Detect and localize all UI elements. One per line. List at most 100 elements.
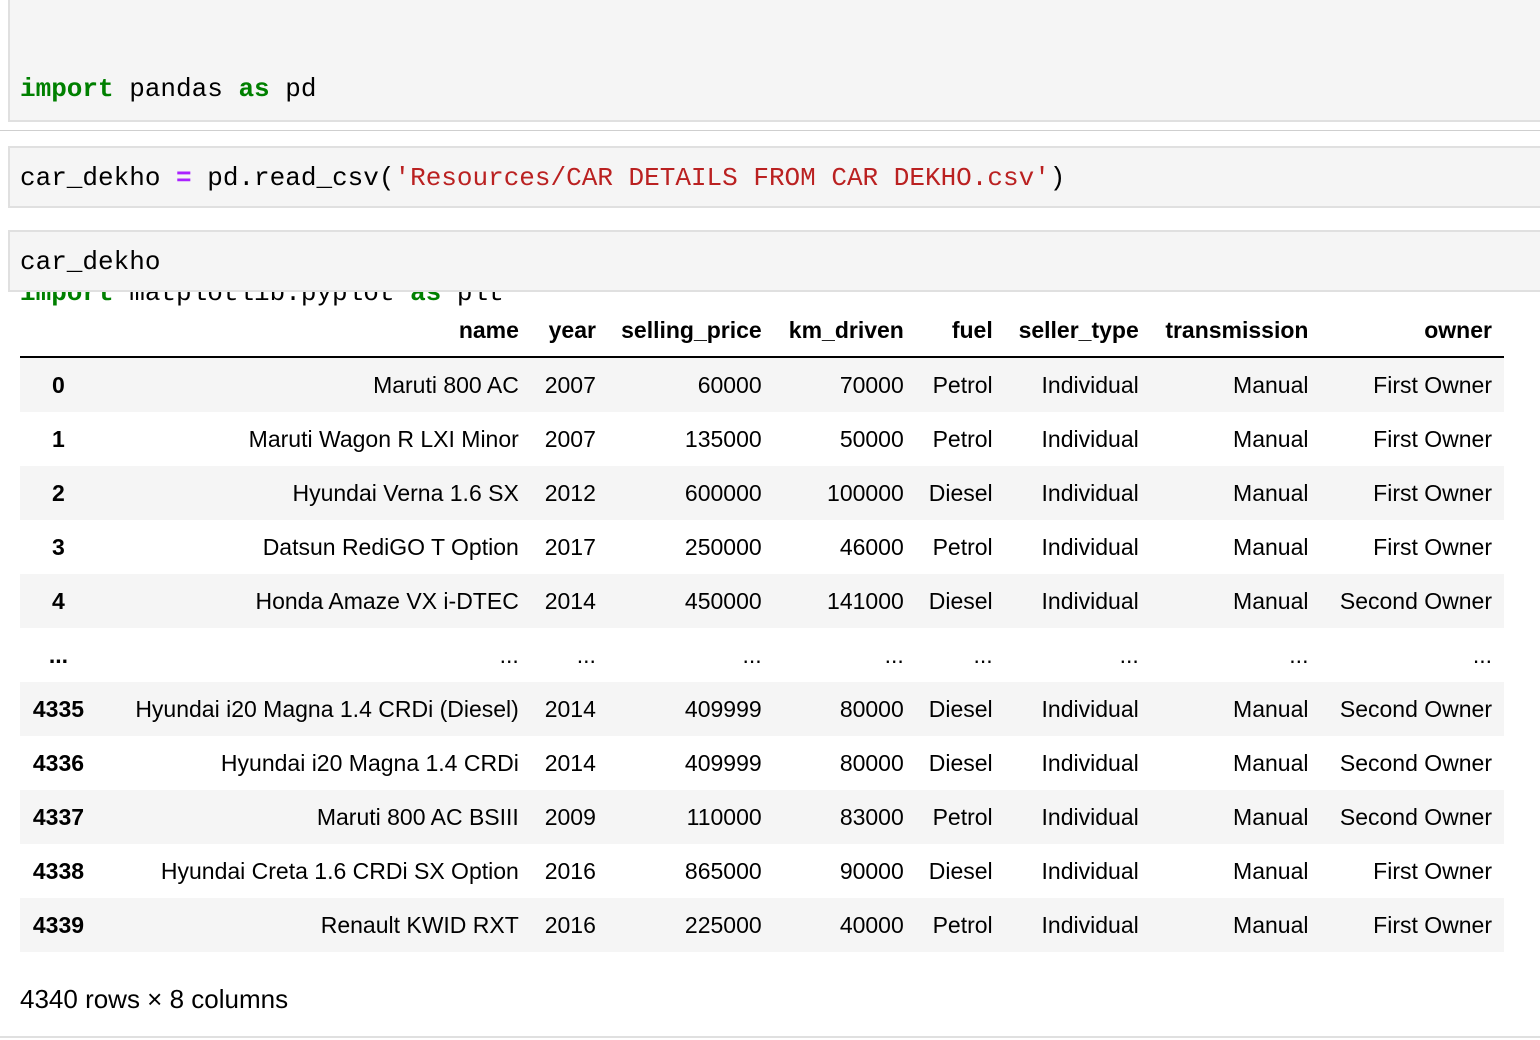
table-cell: First Owner — [1373, 533, 1492, 560]
table-cell: ... — [1472, 641, 1492, 668]
row-index: 4 — [52, 587, 65, 614]
table-row: 4336 Hyundai i20 Magna 1.4 CRDi 2014 409999… — [20, 736, 1504, 790]
function-call: pd.read_csv( — [191, 163, 395, 193]
table-row: ........................... — [20, 628, 1504, 682]
module-alias: pd — [269, 74, 317, 104]
table-cell: Second Owner — [1339, 803, 1492, 830]
table-row: 4337 Maruti 800 AC BSIII 2009 110000 83000 Pe… — [20, 790, 1504, 844]
table-row: 4335 Hyundai i20 Magna 1.4 CRDi (Diesel) 2… — [20, 682, 1504, 736]
row-index: 4336 — [32, 749, 85, 776]
table-cell: Individual — [1041, 587, 1139, 614]
column-header: owner — [1424, 316, 1492, 343]
table-cell: Manual — [1233, 371, 1309, 398]
row-index: ... — [48, 641, 69, 668]
keyword-as: as — [238, 74, 270, 104]
close-paren: ) — [1049, 163, 1066, 193]
table-cell: Renault KWID RXT — [320, 911, 519, 938]
table-body: 0 Maruti 800 AC 2007 60000 70000 Petrol Indivi… — [20, 358, 1504, 952]
table-cell: 80000 — [839, 749, 904, 776]
table-cell: 409999 — [684, 749, 762, 776]
code-cell-display[interactable]: car_dekho — [8, 230, 1540, 292]
table-cell: Petrol — [932, 533, 993, 560]
table-cell: 90000 — [839, 857, 904, 884]
table-cell: First Owner — [1373, 479, 1492, 506]
table-cell: Manual — [1233, 587, 1309, 614]
table-header-row: name year selling_price km_driven fuel s… — [20, 304, 1504, 358]
table-cell: Datsun RediGO T Option — [262, 533, 519, 560]
table-cell: 409999 — [684, 695, 762, 722]
table-cell: 250000 — [684, 533, 762, 560]
table-cell: Individual — [1041, 695, 1139, 722]
row-index: 4335 — [32, 695, 85, 722]
table-cell: ... — [1289, 641, 1309, 668]
table-cell: 225000 — [684, 911, 762, 938]
row-index: 3 — [52, 533, 65, 560]
row-index: 0 — [52, 371, 65, 398]
table-cell: Manual — [1233, 695, 1309, 722]
table-cell: Maruti Wagon R LXI Minor — [248, 425, 519, 452]
table-cell: Hyundai Creta 1.6 CRDi SX Option — [160, 857, 519, 884]
table-cell: Second Owner — [1339, 587, 1492, 614]
table-cell: Manual — [1233, 425, 1309, 452]
column-header: seller_type — [1018, 316, 1139, 343]
table-cell: 2017 — [544, 533, 596, 560]
table-cell: Hyundai i20 Magna 1.4 CRDi — [220, 749, 519, 776]
dataframe-shape-label: 4340 rows × 8 columns — [20, 984, 289, 1014]
table-cell: Second Owner — [1339, 695, 1492, 722]
table-cell: Diesel — [928, 695, 993, 722]
table-cell: Maruti 800 AC BSIII — [316, 803, 519, 830]
table-cell: Individual — [1041, 371, 1139, 398]
table-cell: 83000 — [839, 803, 904, 830]
table-row: 0 Maruti 800 AC 2007 60000 70000 Petrol Indivi… — [20, 358, 1504, 412]
table-cell: Honda Amaze VX i-DTEC — [255, 587, 519, 614]
code-cell-read-csv[interactable]: car_dekho = pd.read_csv('Resources/CAR D… — [8, 146, 1540, 208]
table-row: 1 Maruti Wagon R LXI Minor 2007 135000 50000… — [20, 412, 1504, 466]
table-cell: Individual — [1041, 857, 1139, 884]
table-cell: Individual — [1041, 803, 1139, 830]
table-cell: Petrol — [932, 371, 993, 398]
variable-name: car_dekho — [20, 247, 161, 277]
row-index: 2 — [52, 479, 65, 506]
table-cell: ... — [576, 641, 596, 668]
table-cell: ... — [973, 641, 993, 668]
table-cell: Manual — [1233, 911, 1309, 938]
table-row: 3 Datsun RediGO T Option 2017 250000 46000 Pe… — [20, 520, 1504, 574]
table-cell: 2016 — [544, 911, 596, 938]
table-row: 2 Hyundai Verna 1.6 SX 2012 600000 100000 Die… — [20, 466, 1504, 520]
table-cell: 2009 — [544, 803, 596, 830]
table-cell: Individual — [1041, 911, 1139, 938]
table-cell: First Owner — [1373, 425, 1492, 452]
table-cell: 2014 — [544, 749, 596, 776]
cell-divider — [0, 130, 1540, 131]
table-cell: 2007 — [544, 371, 596, 398]
table-cell: ... — [884, 641, 904, 668]
table-cell: 865000 — [684, 857, 762, 884]
table-cell: 135000 — [684, 425, 762, 452]
table-cell: 60000 — [697, 371, 762, 398]
column-header: km_driven — [788, 316, 904, 343]
table-cell: Manual — [1233, 803, 1309, 830]
table-cell: ... — [499, 641, 519, 668]
table-cell: 110000 — [686, 803, 762, 830]
table-cell: Diesel — [928, 749, 993, 776]
table-cell: Hyundai Verna 1.6 SX — [292, 479, 519, 506]
table-cell: First Owner — [1373, 911, 1492, 938]
table-cell: ... — [742, 641, 762, 668]
table-cell: Petrol — [932, 911, 993, 938]
table-row: 4338 Hyundai Creta 1.6 CRDi SX Option 2016… — [20, 844, 1504, 898]
table-cell: 2014 — [544, 587, 596, 614]
row-index: 4337 — [32, 803, 85, 830]
row-index: 4338 — [32, 857, 85, 884]
table-cell: First Owner — [1373, 371, 1492, 398]
table-row: 4 Honda Amaze VX i-DTEC 2014 450000 141000 Di… — [20, 574, 1504, 628]
code-cell-imports[interactable]: import pandas as pd import numpy as np i… — [8, 0, 1540, 308]
table-cell: Petrol — [932, 803, 993, 830]
assign-operator: = — [176, 163, 192, 193]
table-cell: Individual — [1041, 533, 1139, 560]
table-cell: Individual — [1041, 425, 1139, 452]
table-cell: Hyundai i20 Magna 1.4 CRDi (Diesel) — [135, 695, 519, 722]
table-cell: 46000 — [839, 533, 904, 560]
dataframe-output-table: name year selling_price km_driven fuel s… — [20, 304, 1504, 952]
table-cell: Maruti 800 AC — [373, 371, 519, 398]
table-cell: 100000 — [827, 479, 904, 506]
